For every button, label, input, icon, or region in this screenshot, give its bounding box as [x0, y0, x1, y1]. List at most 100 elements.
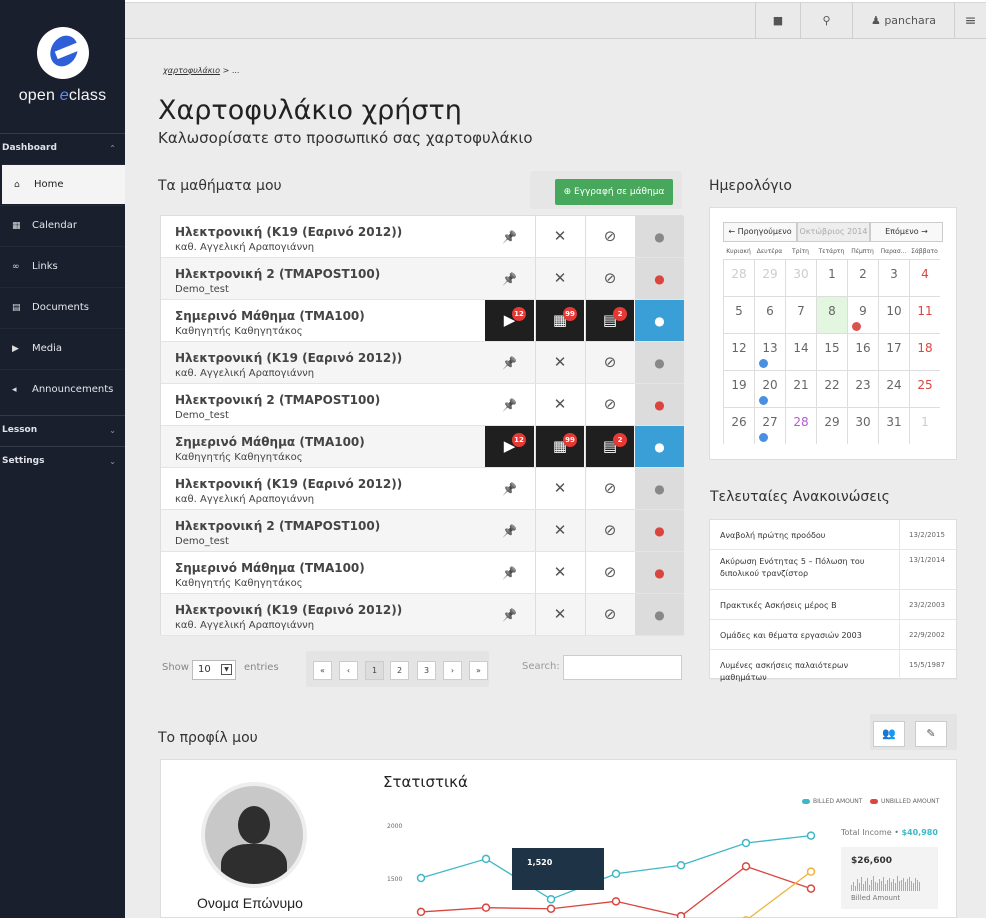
calendar-day[interactable]: 1 [909, 407, 940, 444]
calendar-day[interactable]: 28 [785, 407, 816, 444]
pin-button[interactable]: 📌 [485, 594, 534, 635]
pin-button[interactable]: 📌 [485, 342, 534, 383]
course-name[interactable]: Σημερινό Μάθημα (ΤΜΑ100) [175, 435, 365, 449]
tools-button[interactable]: ✕ [535, 510, 584, 551]
series-point-0[interactable] [806, 831, 816, 840]
sidebar-item-home[interactable]: ⌂ Home [2, 164, 125, 204]
course-row[interactable]: Ηλεκτρονική 2 (TMAPOST100) Demo_test 📌 ✕ ⊘ ● [161, 384, 684, 426]
entries-select[interactable]: 10 ▼ [192, 660, 236, 680]
sidebar-section-lesson[interactable]: Lesson ⌄ [0, 415, 125, 445]
course-row[interactable]: Ηλεκτρονική 2 (TMAPOST100) Demo_test 📌 ✕ ⊘ ● [161, 510, 684, 552]
calendar-day[interactable]: 2 [847, 259, 878, 296]
tools-button[interactable]: ✕ [535, 468, 584, 509]
calendar-day[interactable]: 16 [847, 333, 878, 370]
calendar-day[interactable]: 7 [785, 296, 816, 333]
edit-profile-button[interactable]: ✎ [915, 721, 947, 747]
calendar-day[interactable]: 12 [723, 333, 754, 370]
sidebar-item-announcements[interactable]: ◂ Announcements [0, 369, 125, 409]
info-button[interactable]: ● [635, 258, 684, 299]
calendar-day[interactable]: 24 [878, 370, 909, 407]
unsubscribe-button[interactable]: ⊘ [585, 594, 634, 635]
sidebar-item-links[interactable]: ∞ Links [0, 246, 125, 286]
info-button[interactable]: ● [635, 216, 684, 257]
documents-button[interactable]: ▤ 2 [585, 300, 634, 341]
calendar-day[interactable]: 3 [878, 259, 909, 296]
page-button-3[interactable]: 2 [390, 661, 409, 680]
calendar-day[interactable]: 6 [754, 296, 785, 333]
series-point-0[interactable] [676, 861, 686, 870]
media-button[interactable]: ▶ 12 [485, 426, 534, 467]
page-button-0[interactable]: « [313, 661, 332, 680]
enroll-button[interactable]: ⊕ Εγγραφή σε μάθημα [555, 179, 673, 205]
course-row[interactable]: Ηλεκτρονική (Κ19 (Εαρινό 2012)) καθ. Αγγε… [161, 594, 684, 636]
calendar-day[interactable]: 23 [847, 370, 878, 407]
course-row[interactable]: Ηλεκτρονική 2 (TMAPOST100) Demo_test 📌 ✕ ⊘ ● [161, 258, 684, 300]
calendar-day[interactable]: 20 [754, 370, 785, 407]
tools-button[interactable]: ✕ [535, 384, 584, 425]
calendar-day[interactable]: 29 [816, 407, 847, 444]
info-button[interactable]: ● [635, 342, 684, 383]
course-name[interactable]: Ηλεκτρονική (Κ19 (Εαρινό 2012)) [175, 351, 402, 365]
calendar-day[interactable]: 1 [816, 259, 847, 296]
tools-button[interactable]: ✕ [535, 216, 584, 257]
series-point-1[interactable] [611, 897, 621, 906]
announcement-row[interactable]: Πρακτικές Ασκήσεις μέρος Β 23/2/2003 [710, 590, 958, 620]
calendar-day[interactable]: 30 [785, 259, 816, 296]
documents-button[interactable]: ▤ 2 [585, 426, 634, 467]
sidebar-section-settings[interactable]: Settings ⌄ [0, 446, 125, 476]
calendar-day[interactable]: 25 [909, 370, 940, 407]
announcement-row[interactable]: Αναβολή πρώτης προόδου 13/2/2015 [710, 520, 958, 550]
pin-button[interactable]: 📌 [485, 258, 534, 299]
course-row[interactable]: Ηλεκτρονική (Κ19 (Εαρινό 2012)) καθ. Αγγε… [161, 216, 684, 258]
calendar-button[interactable]: ▦ 99 [535, 426, 584, 467]
info-button[interactable]: ● [635, 300, 684, 341]
course-name[interactable]: Ηλεκτρονική 2 (TMAPOST100) [175, 267, 380, 281]
calendar-day[interactable]: 18 [909, 333, 940, 370]
calendar-day[interactable]: 11 [909, 296, 940, 333]
logo[interactable]: open eclass [0, 22, 125, 105]
calendar-day[interactable]: 14 [785, 333, 816, 370]
series-point-1[interactable] [806, 884, 816, 893]
calendar-day[interactable]: 28 [723, 259, 754, 296]
course-row[interactable]: Ηλεκτρονική (Κ19 (Εαρινό 2012)) καθ. Αγγε… [161, 342, 684, 384]
sidebar-item-media[interactable]: ▶ Media [0, 328, 125, 368]
calendar-day[interactable]: 21 [785, 370, 816, 407]
announcement-title[interactable]: Πρακτικές Ασκήσεις μέρος Β [720, 600, 895, 612]
calendar-day[interactable]: 10 [878, 296, 909, 333]
tools-button[interactable]: ✕ [535, 594, 584, 635]
series-point-1[interactable] [741, 862, 751, 871]
info-button[interactable]: ● [635, 468, 684, 509]
course-name[interactable]: Ηλεκτρονική (Κ19 (Εαρινό 2012)) [175, 225, 402, 239]
tools-button[interactable]: ✕ [535, 258, 584, 299]
unsubscribe-button[interactable]: ⊘ [585, 468, 634, 509]
pin-button[interactable]: 📌 [485, 510, 534, 551]
calendar-button[interactable]: ▦ 99 [535, 300, 584, 341]
series-point-1[interactable] [416, 907, 426, 917]
pin-button[interactable]: 📌 [485, 552, 534, 593]
calendar-day[interactable]: 17 [878, 333, 909, 370]
unsubscribe-button[interactable]: ⊘ [585, 510, 634, 551]
unsubscribe-button[interactable]: ⊘ [585, 216, 634, 257]
sidebar-item-calendar[interactable]: ▦ Calendar [0, 205, 125, 245]
series-point-2[interactable] [806, 867, 816, 876]
unsubscribe-button[interactable]: ⊘ [585, 552, 634, 593]
course-name[interactable]: Ηλεκτρονική 2 (TMAPOST100) [175, 519, 380, 533]
calendar-day[interactable]: 8 [816, 296, 847, 333]
sidebar-section-dashboard[interactable]: Dashboard ⌃ [0, 133, 125, 163]
series-point-1[interactable] [481, 903, 491, 912]
calendar-day[interactable]: 5 [723, 296, 754, 333]
calendar-day[interactable]: 15 [816, 333, 847, 370]
pin-button[interactable]: 📌 [485, 468, 534, 509]
series-point-0[interactable] [416, 873, 426, 883]
calendar-day[interactable]: 27 [754, 407, 785, 444]
tools-button[interactable]: ✕ [535, 552, 584, 593]
announcement-title[interactable]: Λυμένες ασκήσεις παλαιότερων μαθημάτων [720, 660, 895, 684]
calendar-day[interactable]: 19 [723, 370, 754, 407]
unsubscribe-button[interactable]: ⊘ [585, 384, 634, 425]
info-button[interactable]: ● [635, 594, 684, 635]
search-button[interactable]: ⚲ [800, 3, 852, 39]
calendar-day[interactable]: 13 [754, 333, 785, 370]
pin-button[interactable]: 📌 [485, 384, 534, 425]
announcement-title[interactable]: Ακύρωση Ενότητας 5 – Πόλωση του διπολικο… [720, 556, 895, 580]
calendar-day[interactable]: 9 [847, 296, 878, 333]
